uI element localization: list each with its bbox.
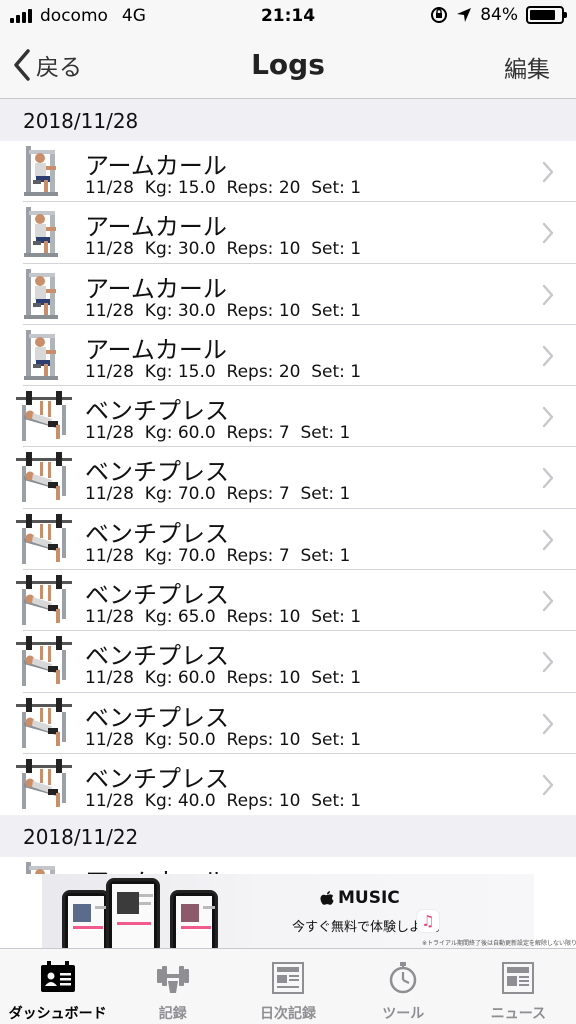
battery-percent: 84%: [480, 5, 518, 25]
log-row[interactable]: ベンチプレス 11/28 Kg: 50.0 Reps: 10 Set: 1: [0, 692, 576, 755]
location-arrow-icon: [457, 8, 472, 22]
tab-news[interactable]: ニュース: [461, 949, 576, 1024]
arm-curl-machine-icon: [16, 328, 72, 383]
tab-label: ニュース: [490, 1006, 547, 1022]
apple-logo-icon: [320, 891, 334, 905]
arm-curl-machine-icon: [16, 267, 72, 322]
chevron-right-icon: [542, 529, 554, 550]
log-row[interactable]: ベンチプレス 11/28 Kg: 65.0 Reps: 10 Set: 1: [0, 570, 576, 632]
exercise-name: アームカール: [85, 862, 227, 874]
tab-dumbbell[interactable]: 記録: [115, 949, 230, 1024]
log-row[interactable]: アームカール 11/28 Kg: 30.0 Reps: 10 Set: 1: [0, 263, 576, 326]
status-indicators: 84%: [430, 5, 567, 25]
exercise-name: アームカール: [85, 274, 227, 303]
arm-curl-machine-icon: [16, 860, 72, 874]
rotation-lock-icon: [431, 7, 448, 23]
bench-press-icon: [16, 757, 72, 812]
log-list[interactable]: 2018/11/28 アームカール 11/28 Kg: 15.0 Reps: 20 …: [0, 99, 576, 874]
chevron-right-icon: [542, 161, 554, 183]
tab-dashboard[interactable]: ダッシュボード: [0, 949, 115, 1024]
set-detail: 11/28 Kg: 15.0 Reps: 20 Set: 1: [85, 178, 362, 198]
set-detail: 11/28 Kg: 30.0 Reps: 10 Set: 1: [85, 300, 362, 321]
tab-label: ツール: [382, 1006, 425, 1022]
log-row[interactable]: ベンチプレス 11/28 Kg: 70.0 Reps: 7 Set: 1: [0, 508, 576, 571]
exercise-name: ベンチプレス: [85, 458, 229, 487]
battery-icon: [526, 6, 567, 24]
set-detail: 11/28 Kg: 70.0 Reps: 7 Set: 1: [85, 545, 351, 566]
exercise-name: ベンチプレス: [85, 764, 229, 793]
chevron-right-icon: [542, 345, 554, 367]
ad-phone-right: [170, 890, 218, 948]
bench-press-icon: [16, 634, 72, 689]
log-row[interactable]: ベンチプレス 11/28 Kg: 40.0 Reps: 10 Set: 1: [0, 753, 576, 816]
exercise-name: ベンチプレス: [85, 581, 229, 610]
log-row[interactable]: アームカール 11/28 Kg: 30.0 Reps: 10 Set: 1: [0, 202, 576, 264]
chevron-right-icon: [542, 774, 554, 796]
bench-press-icon: [16, 696, 72, 751]
log-row[interactable]: アームカール 11/28 Kg: 15.0 Reps: 20 Set: 1: [0, 324, 576, 387]
arm-curl-machine-icon: [16, 205, 72, 260]
status-bar: docomo 4G 21:14 84%: [0, 0, 576, 34]
section-rows: アームカール: [0, 857, 576, 874]
ad-background: MUSIC 今すぐ無料で体験しよう。 ♫ ※トライアル期間終了後は自動更新設定を…: [42, 874, 576, 948]
tab-daily-log[interactable]: 日次記録: [230, 949, 345, 1024]
navigation-bar: 戻る Logs 編集: [0, 34, 576, 99]
exercise-name: ベンチプレス: [85, 703, 229, 732]
chevron-right-icon: [542, 590, 554, 612]
edit-button[interactable]: 編集: [504, 50, 550, 84]
ad-brand: MUSIC: [320, 888, 400, 908]
bench-press-icon: [16, 389, 72, 444]
set-detail: 11/28 Kg: 60.0 Reps: 7 Set: 1: [85, 423, 351, 444]
chevron-right-icon: [542, 406, 554, 428]
exercise-name: ベンチプレス: [85, 397, 229, 426]
set-detail: 11/28 Kg: 70.0 Reps: 7 Set: 1: [85, 484, 351, 505]
chevron-right-icon: [542, 468, 554, 489]
chevron-right-icon: [542, 713, 554, 734]
set-detail: 11/28 Kg: 30.0 Reps: 10 Set: 1: [85, 239, 362, 260]
tab-bar: ダッシュボード 記録 日次記録 ツール ニュース: [0, 948, 576, 1024]
music-note-icon: ♫: [417, 910, 439, 932]
tab-stopwatch[interactable]: ツール: [346, 949, 461, 1024]
bench-press-icon: [16, 573, 72, 628]
arm-curl-machine-icon: [16, 144, 72, 199]
chevron-right-icon: [542, 284, 554, 305]
log-row[interactable]: ベンチプレス 11/28 Kg: 70.0 Reps: 7 Set: 1: [0, 447, 576, 510]
ad-brand-text: MUSIC: [338, 888, 400, 908]
exercise-name: ベンチプレス: [85, 519, 229, 548]
section-rows: アームカール 11/28 Kg: 15.0 Reps: 20 Set: 1 アームカ…: [0, 141, 576, 816]
set-detail: 11/28 Kg: 65.0 Reps: 10 Set: 1: [85, 607, 362, 628]
ad-phone-center: [106, 878, 160, 948]
tab-label: ダッシュボード: [8, 1006, 107, 1022]
tab-label: 記録: [158, 1006, 187, 1022]
chevron-right-icon: [542, 652, 554, 673]
set-detail: 11/28 Kg: 60.0 Reps: 10 Set: 1: [85, 668, 362, 689]
chevron-right-icon: [542, 223, 554, 244]
set-detail: 11/28 Kg: 40.0 Reps: 10 Set: 1: [85, 790, 362, 811]
ad-phone-left: [62, 890, 110, 948]
exercise-name: ベンチプレス: [85, 642, 229, 671]
set-detail: 11/28 Kg: 15.0 Reps: 20 Set: 1: [85, 361, 362, 382]
ad-fine-print: ※トライアル期間終了後は自動更新設定を解除しない限り...: [422, 940, 576, 947]
section-header: 2018/11/28: [0, 99, 576, 141]
set-detail: 11/28 Kg: 50.0 Reps: 10 Set: 1: [85, 729, 362, 750]
exercise-name: アームカール: [85, 213, 227, 242]
bench-press-icon: [16, 512, 72, 567]
ad-banner[interactable]: MUSIC 今すぐ無料で体験しよう。 ♫ ※トライアル期間終了後は自動更新設定を…: [0, 874, 576, 948]
battery-level: [530, 10, 556, 20]
section-header: 2018/11/22: [0, 815, 576, 858]
log-row[interactable]: アームカール 11/28 Kg: 15.0 Reps: 20 Set: 1: [0, 141, 576, 203]
log-row[interactable]: ベンチプレス 11/28 Kg: 60.0 Reps: 10 Set: 1: [0, 631, 576, 693]
page-title: Logs: [251, 48, 325, 81]
bench-press-icon: [16, 450, 72, 505]
tab-label: 日次記録: [260, 1006, 316, 1022]
exercise-name: アームカール: [85, 335, 227, 364]
exercise-name: アームカール: [85, 152, 227, 180]
log-row[interactable]: ベンチプレス 11/28 Kg: 60.0 Reps: 7 Set: 1: [0, 386, 576, 448]
log-row[interactable]: アームカール: [0, 857, 576, 874]
